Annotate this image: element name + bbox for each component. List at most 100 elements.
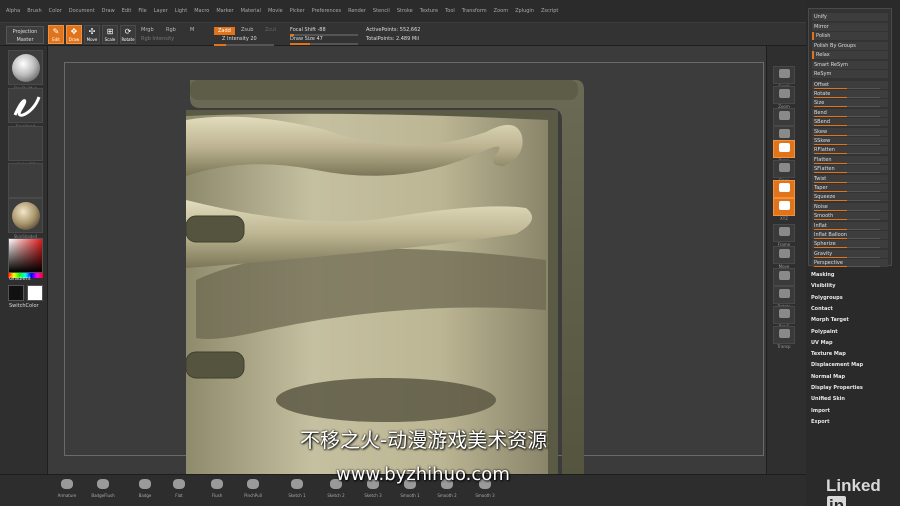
deformation-sskew-slider[interactable]: SSkew — [812, 136, 888, 145]
brush-sketch-1-button[interactable]: Sketch 1 — [286, 479, 308, 503]
move-button[interactable]: ✣ Move — [84, 25, 100, 44]
deformation-spherize-slider[interactable]: Spherize — [812, 240, 888, 249]
switch-color-button[interactable]: SwitchColor — [9, 303, 39, 309]
menu-item-draw[interactable]: Draw — [102, 8, 115, 14]
menu-item-movie[interactable]: Movie — [268, 8, 283, 14]
deformation-flatten-slider[interactable]: Flatten — [812, 155, 888, 164]
projection-master-button[interactable]: Projection Master — [6, 26, 44, 44]
subpalette-polygroups[interactable]: Polygroups — [811, 295, 843, 301]
menu-item-preferences[interactable]: Preferences — [312, 8, 341, 14]
subpalette-polypaint[interactable]: Polypaint — [811, 329, 838, 335]
subpalette-texture-map[interactable]: Texture Map — [811, 351, 846, 357]
menu-item-zoom[interactable]: Zoom — [494, 8, 508, 14]
menu-item-marker[interactable]: Marker — [216, 8, 233, 14]
deformation-rotate-slider[interactable]: Rotate — [812, 89, 888, 98]
subpalette-import[interactable]: Import — [811, 408, 830, 414]
menu-item-texture[interactable]: Texture — [420, 8, 438, 14]
deformation-twist-slider[interactable]: Twist — [812, 174, 888, 183]
deformation-bend-slider[interactable]: Bend — [812, 108, 888, 117]
subpalette-normal-map[interactable]: Normal Map — [811, 374, 845, 380]
scale-button[interactable]: ⊞ Scale — [102, 25, 118, 44]
draw-size-track[interactable] — [290, 43, 358, 45]
shelf-scale-button[interactable]: Scale — [773, 268, 795, 291]
draw-size-slider[interactable]: Draw Size 47 — [290, 36, 323, 42]
rotate-button[interactable]: ⟳ Rotate — [120, 25, 136, 44]
brush-badge-button[interactable]: Badge — [134, 479, 156, 503]
draw-button[interactable]: ✥ Draw — [66, 25, 82, 44]
deformation-skew-slider[interactable]: Skew — [812, 127, 888, 136]
deformation-perspective-slider[interactable]: Perspective — [812, 259, 888, 268]
brush-flush-button[interactable]: Flush — [206, 479, 228, 503]
menu-item-stroke[interactable]: Stroke — [397, 8, 413, 14]
shelf-persp-button[interactable]: Persp — [773, 140, 795, 163]
menu-item-color[interactable]: Color — [49, 8, 62, 14]
deformation-smooth-slider[interactable]: Smooth — [812, 212, 888, 221]
deformation-resym-button[interactable]: ReSym — [812, 70, 888, 78]
deformation-offset-slider[interactable]: Offset — [812, 80, 888, 89]
main-color-swatch[interactable] — [27, 285, 43, 301]
subpalette-uv-map[interactable]: UV Map — [811, 340, 833, 346]
material-selector[interactable]: SkinShade4 — [8, 198, 43, 239]
zadd-toggle[interactable]: Zadd — [214, 27, 235, 35]
shelf-rotate-button[interactable]: Rotate — [773, 286, 795, 309]
deformation-relax-button[interactable]: Relax — [812, 51, 888, 59]
brush-flat-button[interactable]: Flat — [168, 479, 190, 503]
zcut-toggle[interactable]: Zcut — [265, 27, 276, 33]
subpalette-masking[interactable]: Masking — [811, 272, 835, 278]
deformation-rflatten-slider[interactable]: RFlatten — [812, 146, 888, 155]
deformation-sbend-slider[interactable]: SBend — [812, 118, 888, 127]
subpalette-unified-skin[interactable]: Unified Skin — [811, 396, 845, 402]
zsub-toggle[interactable]: Zsub — [241, 27, 253, 33]
menu-item-material[interactable]: Material — [241, 8, 261, 14]
shelf-transp-button[interactable]: Transp — [773, 326, 795, 349]
deformation-squeeze-slider[interactable]: Squeeze — [812, 193, 888, 202]
deformation-mirror-button[interactable]: Mirror — [812, 22, 888, 31]
deformation-noise-slider[interactable]: Noise — [812, 202, 888, 211]
alpha-selector[interactable]: Alpha Off — [8, 126, 43, 167]
menu-item-transform[interactable]: Transform — [462, 8, 487, 14]
rgb-intensity-slider[interactable]: Rgb Intensity — [141, 36, 174, 42]
deformation-gravity-slider[interactable]: Gravity — [812, 249, 888, 258]
texture-selector[interactable]: Texture Off — [8, 163, 43, 204]
menu-item-zscript[interactable]: Zscript — [541, 8, 558, 14]
menu-item-zplugin[interactable]: Zplugin — [515, 8, 534, 14]
shelf-move-button[interactable]: Move — [773, 246, 795, 269]
stroke-selector[interactable]: FreeHand — [8, 88, 43, 129]
menu-item-brush[interactable]: Brush — [27, 8, 41, 14]
deformation-polish-button[interactable]: Polish — [812, 32, 888, 40]
mrgb-toggle[interactable]: Mrgb — [141, 27, 154, 33]
shelf-actual-button[interactable]: Actual — [773, 108, 795, 131]
menu-item-light[interactable]: Light — [175, 8, 187, 14]
m-toggle[interactable]: M — [190, 27, 194, 33]
gradient-label[interactable]: Gradient — [9, 276, 31, 282]
shelf-floor-button[interactable]: Floor — [773, 160, 795, 183]
shelf-polyf-button[interactable]: PolyF — [773, 306, 795, 329]
edit-button[interactable]: ✎ Edit — [48, 25, 64, 44]
deformation-smart-resym-button[interactable]: Smart ReSym — [812, 60, 888, 69]
subpalette-morph-target[interactable]: Morph Target — [811, 317, 849, 323]
menu-item-picker[interactable]: Picker — [290, 8, 305, 14]
deformation-polish-by-groups-button[interactable]: Polish By Groups — [812, 41, 888, 50]
menu-item-alpha[interactable]: Alpha — [6, 8, 20, 14]
menu-item-render[interactable]: Render — [348, 8, 366, 14]
shelf-zoom-button[interactable]: Zoom — [773, 86, 795, 109]
brush-armature-button[interactable]: Armature — [56, 479, 78, 503]
deformation-taper-slider[interactable]: Taper — [812, 183, 888, 192]
menu-item-tool[interactable]: Tool — [445, 8, 455, 14]
subpalette-export[interactable]: Export — [811, 419, 830, 425]
shelf-xyz-button[interactable]: XYZ — [773, 198, 795, 221]
menu-item-file[interactable]: File — [138, 8, 146, 14]
brush-selector[interactable]: ClayBuildup — [8, 50, 43, 91]
deformation-inflat-balloon-slider[interactable]: Inflat Balloon — [812, 230, 888, 239]
brush-pinchpull-button[interactable]: PinchPull — [242, 479, 264, 503]
brush-badgeflush-button[interactable]: BadgeFlush — [91, 479, 115, 503]
subpalette-displacement-map[interactable]: Displacement Map — [811, 362, 863, 368]
deformation-size-slider[interactable]: Size — [812, 99, 888, 108]
menu-item-edit[interactable]: Edit — [122, 8, 132, 14]
deformation-inflat-slider[interactable]: Inflat — [812, 221, 888, 230]
deformation-sflatten-slider[interactable]: SFlatten — [812, 165, 888, 174]
z-intensity-slider[interactable]: Z Intensity 20 — [222, 36, 257, 42]
rgb-toggle[interactable]: Rgb — [166, 27, 176, 33]
secondary-color-swatch[interactable] — [8, 285, 24, 301]
color-picker[interactable] — [8, 238, 43, 273]
